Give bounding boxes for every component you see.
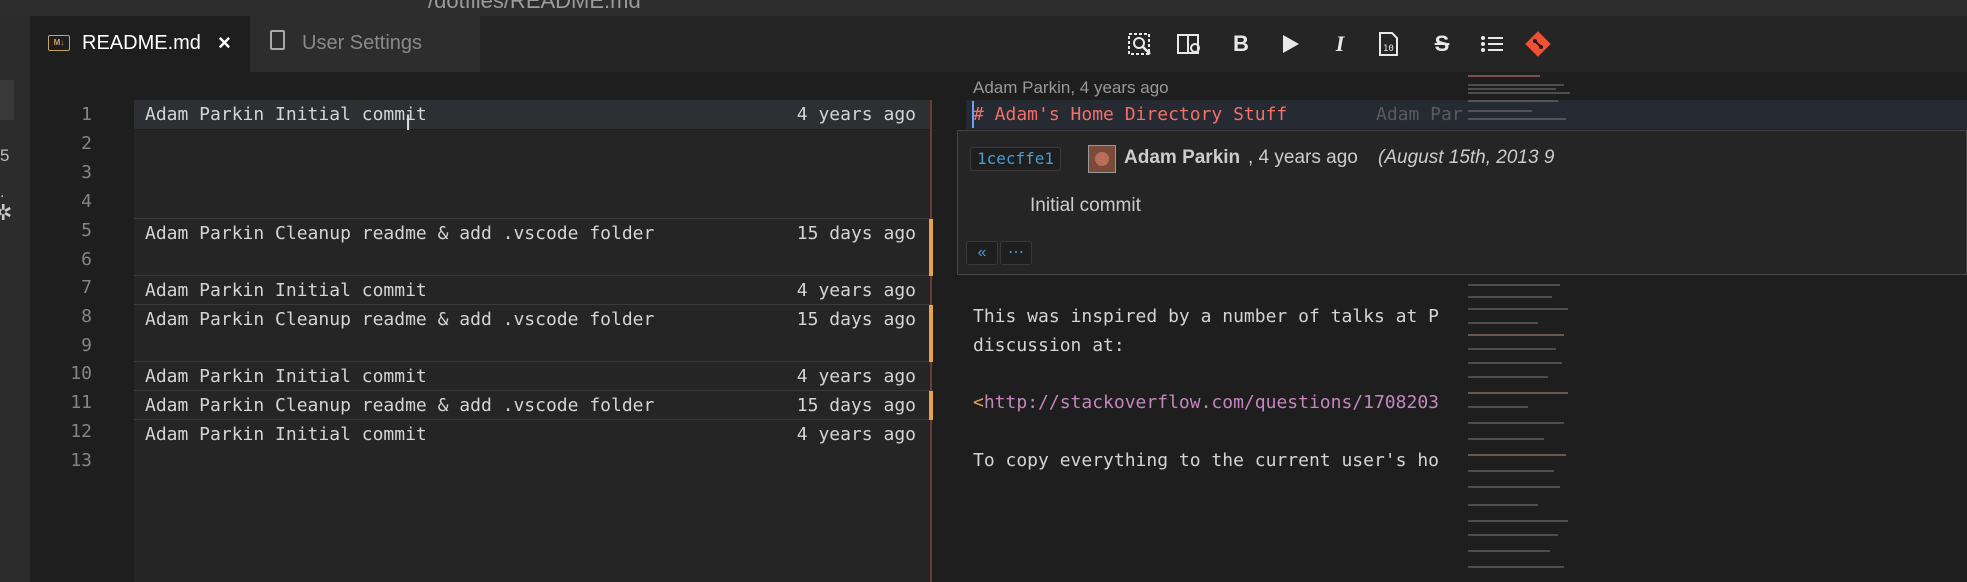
blame-hover-popup: 1cecffe1 Adam Parkin , 4 years ago (Augu… [957,130,1967,275]
url-link[interactable]: http://stackoverflow.com/questions/17082… [984,392,1439,413]
blame-commit-text: Adam Parkin Initial commit [145,424,427,445]
tab-bar: M↓ README.md × User Settings [30,16,1967,72]
blame-row[interactable]: Adam Parkin Initial commit 4 years ago [134,420,930,449]
link-open-bracket: < [973,392,984,413]
blame-gap [134,248,930,275]
title-bar: /dotfiles/README.md [0,0,1967,16]
activity-item-selected[interactable] [0,80,14,120]
git-icon[interactable] [1524,30,1552,58]
blame-commit-text: Adam Parkin Cleanup readme & add .vscode… [145,223,655,244]
line-number: 8 [81,306,92,327]
tab-label: README.md [82,32,201,54]
blame-row[interactable]: Adam Parkin Cleanup readme & add .vscode… [134,391,930,420]
commit-date: (August 15th, 2013 9 [1378,147,1555,168]
line-number: 2 [81,133,92,154]
line-number: 9 [81,335,92,356]
blame-commit-text: Adam Parkin Initial commit [145,280,427,301]
bold-icon[interactable]: B [1227,30,1255,58]
blame-age: 15 days ago [796,223,916,244]
close-icon[interactable]: × [218,30,231,56]
line-number: 12 [70,421,92,442]
run-icon[interactable] [1276,30,1304,58]
blame-age: 15 days ago [796,395,916,416]
blame-gap [134,334,930,361]
code-line-9: discussion at: [973,335,1125,356]
blame-row[interactable]: Adam Parkin Initial commit 4 years ago [134,362,930,391]
recent-change-marker [929,305,933,362]
commit-sha-link[interactable]: 1cecffe1 [970,147,1062,171]
tab-readme[interactable]: M↓ README.md × [30,16,250,72]
recent-change-marker [929,391,933,420]
code-block-icon[interactable]: 10 [1374,30,1402,58]
bullet-list-icon[interactable] [1478,30,1506,58]
blame-gap [134,449,930,582]
blame-commit-text: Adam Parkin Cleanup readme & add .vscode… [145,309,655,330]
activity-badge-count: 5 [0,146,10,165]
code-line-11: <http://stackoverflow.com/questions/1708… [973,392,1439,413]
previous-revision-button[interactable]: « [966,241,998,265]
window-title: /dotfiles/README.md [428,0,641,13]
line-number: 11 [70,392,92,413]
strikethrough-icon[interactable]: S [1428,30,1456,58]
markdown-file-icon: M↓ [48,35,70,51]
commit-relative-date: , 4 years ago [1248,147,1358,168]
tab-user-settings[interactable]: User Settings [250,16,480,72]
commit-message: Initial commit [1030,195,1141,216]
codelens-blame[interactable]: Adam Parkin, 4 years ago [973,78,1169,98]
line-number: 6 [81,249,92,270]
activity-bar: 5 . ✲ [0,16,30,582]
more-actions-button[interactable]: ⋯ [1000,241,1032,265]
italic-icon[interactable]: I [1326,30,1354,58]
line-number: 7 [81,277,92,298]
recent-change-marker [929,219,933,276]
gear-icon[interactable]: ✲ [0,200,12,226]
blame-age: 4 years ago [796,424,916,445]
blame-age: 4 years ago [796,366,916,387]
inline-blame: Adam Par [1376,104,1463,125]
file-icon [270,30,285,50]
line-number: 1 [81,104,92,125]
blame-row[interactable]: Adam Parkin Cleanup readme & add .vscode… [134,219,930,248]
line-number: 13 [70,450,92,471]
blame-row[interactable]: Adam Parkin Initial commit 4 years ago [134,100,930,129]
line-number: 4 [81,191,92,212]
code-line-8: This was inspired by a number of talks a… [973,306,1439,327]
line-number: 3 [81,162,92,183]
blame-gap [134,130,930,218]
blame-commit-text: Adam Parkin Initial commit [145,104,427,125]
tab-label: User Settings [302,32,423,54]
line-number: 5 [81,220,92,241]
blame-commit-text: Adam Parkin Initial commit [145,366,427,387]
open-preview-side-icon[interactable] [1175,30,1203,58]
text-cursor-icon: I [405,110,412,135]
commit-author: Adam Parkin [1124,147,1241,168]
blame-age: 4 years ago [796,280,916,301]
blame-age: 15 days ago [796,309,916,330]
svg-text:10: 10 [1383,44,1394,54]
avatar-face [1095,152,1109,166]
avatar [1088,145,1116,173]
blame-row[interactable]: Adam Parkin Initial commit 4 years ago [134,276,930,305]
line-number: 10 [70,363,92,384]
blame-commit-text: Adam Parkin Cleanup readme & add .vscode… [145,395,655,416]
preview-search-icon[interactable] [1126,30,1154,58]
markdown-heading: # Adam's Home Directory Stuff [973,104,1288,125]
code-line-13: To copy everything to the current user's… [973,450,1439,471]
blame-age: 4 years ago [796,104,916,125]
blame-row[interactable]: Adam Parkin Cleanup readme & add .vscode… [134,305,930,334]
